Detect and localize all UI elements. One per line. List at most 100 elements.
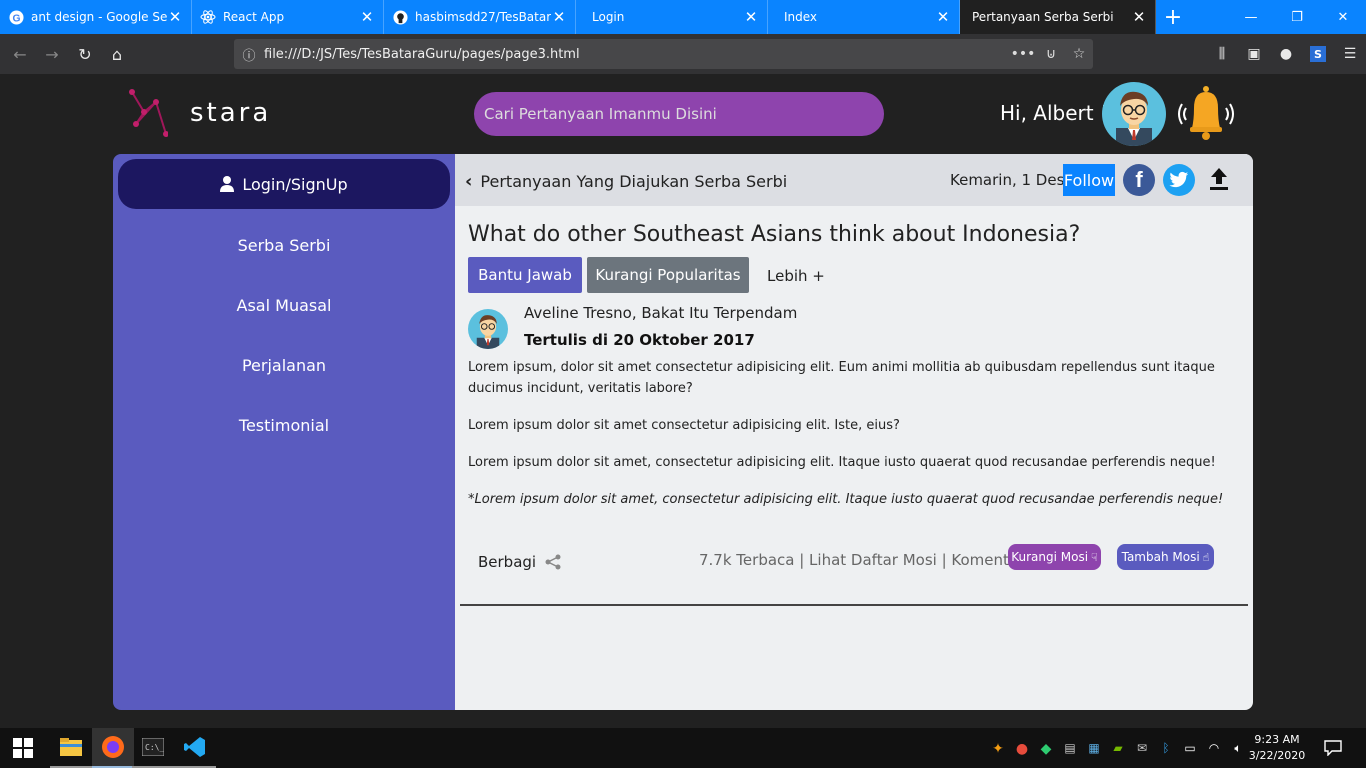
thumbs-down-icon: ☟ — [1091, 550, 1098, 564]
divider — [460, 604, 1248, 606]
notifications-icon[interactable] — [1312, 728, 1354, 768]
close-icon[interactable]: ✕ — [935, 8, 951, 26]
close-icon[interactable]: ✕ — [551, 8, 567, 26]
berbagi-button[interactable]: Berbagi — [478, 553, 562, 571]
more-actions-icon[interactable]: ••• — [1009, 46, 1037, 62]
kurangi-mosi-button[interactable]: Kurangi Mosi ☟ — [1008, 544, 1101, 570]
bluetooth-icon[interactable]: ᛒ — [1154, 741, 1178, 755]
tab-title: ant design - Google Sear — [31, 10, 167, 24]
reload-icon[interactable]: ↻ — [71, 40, 99, 68]
close-icon[interactable]: ✕ — [359, 8, 375, 26]
browser-toolbar-right: ⫼ ▣ ● S ☰ — [1206, 40, 1366, 68]
tab-title: Pertanyaan Serba Serbi — [972, 10, 1114, 24]
info-icon[interactable]: ⓘ — [234, 45, 264, 64]
tray-app-icon[interactable]: ▤ — [1058, 741, 1082, 755]
system-tray: ✦ ● ◆ ▤ ▦ ▰ ✉ ᛒ ▭ ◠ 🔈︎ — [986, 728, 1250, 768]
taskbar-clock[interactable]: 9:23 AM 3/22/2020 — [1248, 732, 1306, 764]
logo-text: stara — [190, 98, 272, 128]
tray-app-icon[interactable]: ● — [1010, 741, 1034, 757]
sidebar-item-serba-serbi[interactable]: Serba Serbi — [113, 236, 455, 255]
wifi-icon[interactable]: ◠ — [1202, 741, 1226, 755]
close-window-icon[interactable]: ✕ — [1320, 0, 1366, 34]
sidebar-item-perjalanan[interactable]: Perjalanan — [113, 356, 455, 375]
author-name[interactable]: Aveline Tresno, Bakat Itu Terpendam — [524, 304, 797, 322]
main-panel: ‹ Pertanyaan Yang Diajukan Serba Serbi K… — [455, 154, 1253, 710]
battery-icon[interactable]: ▭ — [1178, 741, 1202, 755]
window-controls: — ❐ ✕ — [1228, 0, 1366, 34]
login-signup-button[interactable]: Login/SignUp — [118, 159, 450, 209]
back-link[interactable]: ‹ Pertanyaan Yang Diajukan Serba Serbi — [465, 171, 787, 192]
follow-button[interactable]: Follow — [1063, 164, 1115, 196]
home-icon[interactable]: ⌂ — [103, 40, 131, 68]
tab-google[interactable]: G ant design - Google Sear ✕ — [0, 0, 192, 34]
volume-icon[interactable]: 🔈︎ — [1226, 741, 1250, 755]
page-content: stara Cari Pertanyaan Imanmu Disini Hi, … — [0, 74, 1366, 728]
nvidia-icon[interactable]: ▰ — [1106, 741, 1130, 755]
tray-app-icon[interactable]: ✉ — [1130, 741, 1154, 755]
account-icon[interactable]: ● — [1270, 40, 1302, 68]
answer-stats[interactable]: 7.7k Terbaca | Lihat Daftar Mosi | Komen… — [699, 551, 1024, 569]
tab-login[interactable]: Login ✕ — [576, 0, 768, 34]
post-date: Kemarin, 1 Des — [950, 171, 1065, 189]
terminal-icon[interactable]: C:\_ — [132, 728, 174, 768]
bookmark-star-icon[interactable]: ☆ — [1065, 46, 1093, 62]
url-text[interactable]: file:///D:/JS/Tes/TesBataraGuru/pages/pa… — [264, 47, 1009, 62]
sidebar-toggle-icon[interactable]: ▣ — [1238, 40, 1270, 68]
tab-pertanyaan[interactable]: Pertanyaan Serba Serbi ✕ — [960, 0, 1156, 34]
forward-arrow-icon[interactable]: → — [38, 40, 66, 68]
close-icon[interactable]: ✕ — [743, 8, 759, 26]
tab-title: Index — [784, 10, 818, 24]
login-label: Login/SignUp — [242, 174, 348, 194]
file-explorer-icon[interactable] — [50, 728, 92, 768]
close-icon[interactable]: ✕ — [1131, 8, 1147, 26]
tab-title: React App — [223, 10, 285, 24]
notification-bell-icon[interactable] — [1172, 84, 1240, 144]
bantu-jawab-button[interactable]: Bantu Jawab — [468, 257, 582, 293]
library-icon[interactable]: ⫼ — [1206, 40, 1238, 68]
windows-start-icon[interactable] — [2, 728, 44, 768]
tray-app-icon[interactable]: ◆ — [1034, 741, 1058, 757]
author-avatar[interactable] — [468, 309, 508, 349]
sidebar-item-asal-muasal[interactable]: Asal Muasal — [113, 296, 455, 315]
tray-app-icon[interactable]: ✦ — [986, 741, 1010, 757]
sidebar-item-testimonial[interactable]: Testimonial — [113, 416, 455, 435]
tambah-mosi-label: Tambah Mosi — [1121, 550, 1200, 564]
tab-index[interactable]: Index ✕ — [768, 0, 960, 34]
url-bar[interactable]: ⓘ file:///D:/JS/Tes/TesBataraGuru/pages/… — [234, 39, 1093, 69]
svg-text:G: G — [12, 13, 20, 24]
avatar[interactable] — [1102, 82, 1166, 146]
github-icon — [392, 9, 408, 25]
site-logo[interactable]: stara — [128, 88, 271, 138]
restore-icon[interactable]: ❐ — [1274, 0, 1320, 34]
firefox-icon[interactable] — [92, 728, 134, 768]
menu-icon[interactable]: ☰ — [1334, 40, 1366, 68]
back-arrow-icon[interactable]: ← — [6, 40, 34, 68]
twitter-icon[interactable] — [1163, 164, 1195, 196]
written-date: Tertulis di 20 Oktober 2017 — [524, 331, 755, 349]
kurangi-popularitas-button[interactable]: Kurangi Popularitas — [587, 257, 749, 293]
svg-text:C:\_: C:\_ — [145, 743, 164, 752]
upload-icon[interactable] — [1207, 166, 1231, 192]
tray-app-icon[interactable]: ▦ — [1082, 741, 1106, 755]
greeting: Hi, Albert ! — [1000, 101, 1108, 125]
facebook-icon[interactable]: f — [1123, 164, 1155, 196]
tambah-mosi-button[interactable]: Tambah Mosi ☝ — [1117, 544, 1214, 570]
extension-icon[interactable]: S — [1302, 40, 1334, 68]
lebih-button[interactable]: Lebih + — [767, 267, 825, 285]
user-icon — [220, 176, 235, 192]
minimize-icon[interactable]: — — [1228, 0, 1274, 34]
tab-react-app[interactable]: React App ✕ — [192, 0, 384, 34]
pocket-icon[interactable]: ⊍ — [1037, 46, 1065, 62]
close-icon[interactable]: ✕ — [167, 8, 183, 26]
vscode-icon[interactable] — [174, 728, 216, 768]
question-title: What do other Southeast Asians think abo… — [468, 222, 1081, 247]
new-tab-icon[interactable]: + — [1156, 0, 1190, 34]
thumbs-up-icon: ☝ — [1202, 550, 1210, 564]
answer-paragraph-italic: *Lorem ipsum dolor sit amet, consectetur… — [468, 492, 1224, 507]
taskbar: C:\_ ✦ ● ◆ ▤ ▦ ▰ ✉ ᛒ ▭ ◠ 🔈︎ 9:23 AM 3/22… — [0, 728, 1366, 768]
tab-github[interactable]: hasbimsdd27/TesBataraG ✕ — [384, 0, 576, 34]
browser-nav-bar: ← → ↻ ⌂ ⓘ file:///D:/JS/Tes/TesBataraGur… — [0, 34, 1366, 74]
back-label: Pertanyaan Yang Diajukan Serba Serbi — [480, 172, 788, 191]
search-input[interactable]: Cari Pertanyaan Imanmu Disini — [474, 92, 884, 136]
search-placeholder: Cari Pertanyaan Imanmu Disini — [484, 105, 717, 123]
